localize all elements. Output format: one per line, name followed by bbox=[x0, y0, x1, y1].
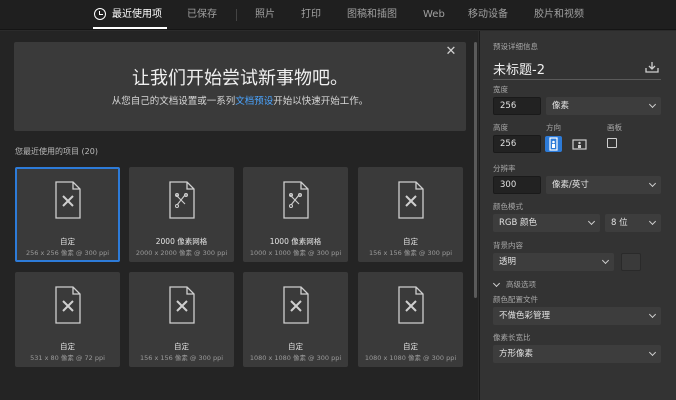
tab-film-video[interactable]: 胶片和视频 bbox=[534, 0, 584, 30]
recent-item-card[interactable]: 自定 156 x 156 像素 @ 300 ppi bbox=[129, 272, 234, 367]
artboard-checkbox[interactable] bbox=[607, 138, 617, 148]
recent-item-name: 自定 bbox=[403, 237, 418, 246]
bit-depth-value: 8 位 bbox=[611, 218, 628, 228]
resolution-label: 分辨率 bbox=[493, 164, 516, 173]
recent-item-card[interactable]: 自定 156 x 156 像素 @ 300 ppi bbox=[358, 167, 463, 262]
tab-photo[interactable]: 照片 bbox=[255, 0, 275, 30]
background-label: 背景内容 bbox=[493, 241, 523, 250]
recent-item-name: 2000 像素网格 bbox=[155, 237, 208, 246]
width-unit-value: 像素 bbox=[552, 101, 570, 111]
recent-item-name: 自定 bbox=[60, 342, 75, 351]
resolution-unit-value: 像素/英寸 bbox=[552, 180, 589, 190]
recent-item-name: 自定 bbox=[403, 342, 418, 351]
document-presets-link[interactable]: 文档预设 bbox=[235, 96, 273, 107]
portrait-icon bbox=[549, 137, 558, 151]
scrollbar[interactable] bbox=[474, 42, 477, 298]
recent-item-name: 1000 像素网格 bbox=[269, 237, 322, 246]
welcome-text: 从您自己的文档设置或一系列 bbox=[111, 96, 236, 107]
background-value: 透明 bbox=[499, 257, 517, 267]
chevron-down-icon bbox=[648, 217, 657, 226]
welcome-text: 开始以快速开始工作。 bbox=[273, 96, 369, 107]
width-label: 宽度 bbox=[493, 85, 508, 94]
height-label: 高度 bbox=[493, 123, 508, 132]
close-icon[interactable]: ✕ bbox=[445, 45, 457, 58]
custom-document-icon bbox=[283, 286, 309, 324]
pen-document-icon bbox=[283, 181, 309, 219]
color-mode-label: 颜色模式 bbox=[493, 202, 523, 211]
custom-document-icon bbox=[169, 286, 195, 324]
recent-item-card[interactable]: 自定 256 x 256 像素 @ 300 ppi bbox=[15, 167, 120, 262]
custom-document-icon bbox=[398, 181, 424, 219]
color-mode-value: RGB 颜色 bbox=[499, 218, 538, 228]
resolution-input[interactable]: 300 bbox=[493, 176, 541, 194]
preset-details-label: 预设详细信息 bbox=[493, 42, 538, 51]
recent-item-name: 自定 bbox=[174, 342, 189, 351]
recent-item-size: 531 x 80 像素 @ 72 ppi bbox=[30, 354, 105, 362]
chevron-down-icon bbox=[601, 256, 610, 265]
recent-item-name: 自定 bbox=[288, 342, 303, 351]
color-profile-label: 颜色配置文件 bbox=[493, 295, 538, 304]
orientation-label: 方向 bbox=[546, 123, 561, 132]
chevron-down-icon bbox=[587, 217, 596, 226]
tab-print[interactable]: 打印 bbox=[301, 0, 321, 30]
color-profile-select[interactable]: 不做色彩管理 bbox=[493, 307, 661, 325]
pixel-aspect-value: 方形像素 bbox=[499, 349, 534, 359]
custom-document-icon bbox=[398, 286, 424, 324]
chevron-down-icon bbox=[648, 100, 657, 109]
tab-recent[interactable]: 最近使用项 bbox=[112, 0, 162, 30]
document-name-input[interactable]: 未标题-2 bbox=[493, 59, 545, 78]
welcome-subtitle: 从您自己的文档设置或一系列文档预设开始以快速开始工作。 bbox=[14, 93, 466, 107]
tab-web[interactable]: Web bbox=[423, 0, 445, 30]
recent-item-card[interactable]: 自定 1080 x 1080 像素 @ 300 ppi bbox=[358, 272, 463, 367]
recent-item-card[interactable]: 自定 531 x 80 像素 @ 72 ppi bbox=[15, 272, 120, 367]
custom-document-icon bbox=[55, 181, 81, 219]
custom-document-icon bbox=[55, 286, 81, 324]
save-preset-icon[interactable] bbox=[645, 61, 659, 73]
resolution-unit-select[interactable]: 像素/英寸 bbox=[546, 176, 661, 194]
portrait-orientation-button[interactable] bbox=[545, 136, 562, 152]
bit-depth-select[interactable]: 8 位 bbox=[605, 214, 661, 232]
tab-art-illustration[interactable]: 图稿和插图 bbox=[347, 0, 397, 30]
welcome-banner: 让我们开始尝试新事物吧。 从您自己的文档设置或一系列文档预设开始以快速开始工作。 bbox=[14, 42, 466, 131]
pen-document-icon bbox=[169, 181, 195, 219]
recent-item-card[interactable]: 自定 1080 x 1080 像素 @ 300 ppi bbox=[243, 272, 348, 367]
artboard-label: 画板 bbox=[607, 123, 622, 132]
active-tab-indicator bbox=[93, 27, 167, 29]
height-input[interactable]: 256 bbox=[493, 135, 541, 153]
welcome-title: 让我们开始尝试新事物吧。 bbox=[132, 68, 348, 89]
document-name-underline bbox=[493, 79, 661, 80]
tab-saved[interactable]: 已保存 bbox=[187, 0, 217, 30]
recent-item-name: 自定 bbox=[60, 237, 75, 246]
advanced-options-toggle[interactable]: 高级选项 bbox=[506, 279, 536, 290]
recent-item-size: 156 x 156 像素 @ 300 ppi bbox=[368, 249, 453, 257]
recent-item-size: 1080 x 1080 像素 @ 300 ppi bbox=[249, 354, 342, 362]
landscape-orientation-button[interactable] bbox=[571, 136, 588, 152]
recent-items-label: 您最近使用的项目 (20) bbox=[15, 147, 98, 156]
landscape-icon bbox=[572, 139, 587, 150]
pixel-aspect-label: 像素长宽比 bbox=[493, 333, 531, 342]
pixel-aspect-select[interactable]: 方形像素 bbox=[493, 345, 661, 363]
recent-item-size: 1000 x 1000 像素 @ 300 ppi bbox=[249, 249, 342, 257]
background-color-swatch[interactable] bbox=[621, 253, 641, 271]
color-mode-select[interactable]: RGB 颜色 bbox=[493, 214, 600, 232]
recent-item-size: 156 x 156 像素 @ 300 ppi bbox=[139, 354, 224, 362]
chevron-down-icon bbox=[648, 348, 657, 357]
recent-item-size: 256 x 256 像素 @ 300 ppi bbox=[25, 249, 110, 257]
chevron-down-icon bbox=[648, 310, 657, 319]
recent-item-card[interactable]: 1000 像素网格 1000 x 1000 像素 @ 300 ppi bbox=[243, 167, 348, 262]
color-profile-value: 不做色彩管理 bbox=[499, 311, 551, 321]
chevron-down-icon bbox=[648, 179, 657, 188]
top-tab-bar: 最近使用项 已保存 照片 打印 图稿和插图 Web 移动设备 胶片和视频 bbox=[0, 0, 676, 30]
tab-divider bbox=[236, 9, 237, 21]
width-unit-select[interactable]: 像素 bbox=[546, 97, 661, 115]
background-select[interactable]: 透明 bbox=[493, 253, 614, 271]
recent-item-card[interactable]: 2000 像素网格 2000 x 2000 像素 @ 300 ppi bbox=[129, 167, 234, 262]
width-input[interactable]: 256 bbox=[493, 97, 541, 115]
recent-item-size: 2000 x 2000 像素 @ 300 ppi bbox=[135, 249, 228, 257]
recent-item-size: 1080 x 1080 像素 @ 300 ppi bbox=[364, 354, 457, 362]
clock-icon bbox=[94, 8, 106, 20]
tab-mobile[interactable]: 移动设备 bbox=[468, 0, 508, 30]
